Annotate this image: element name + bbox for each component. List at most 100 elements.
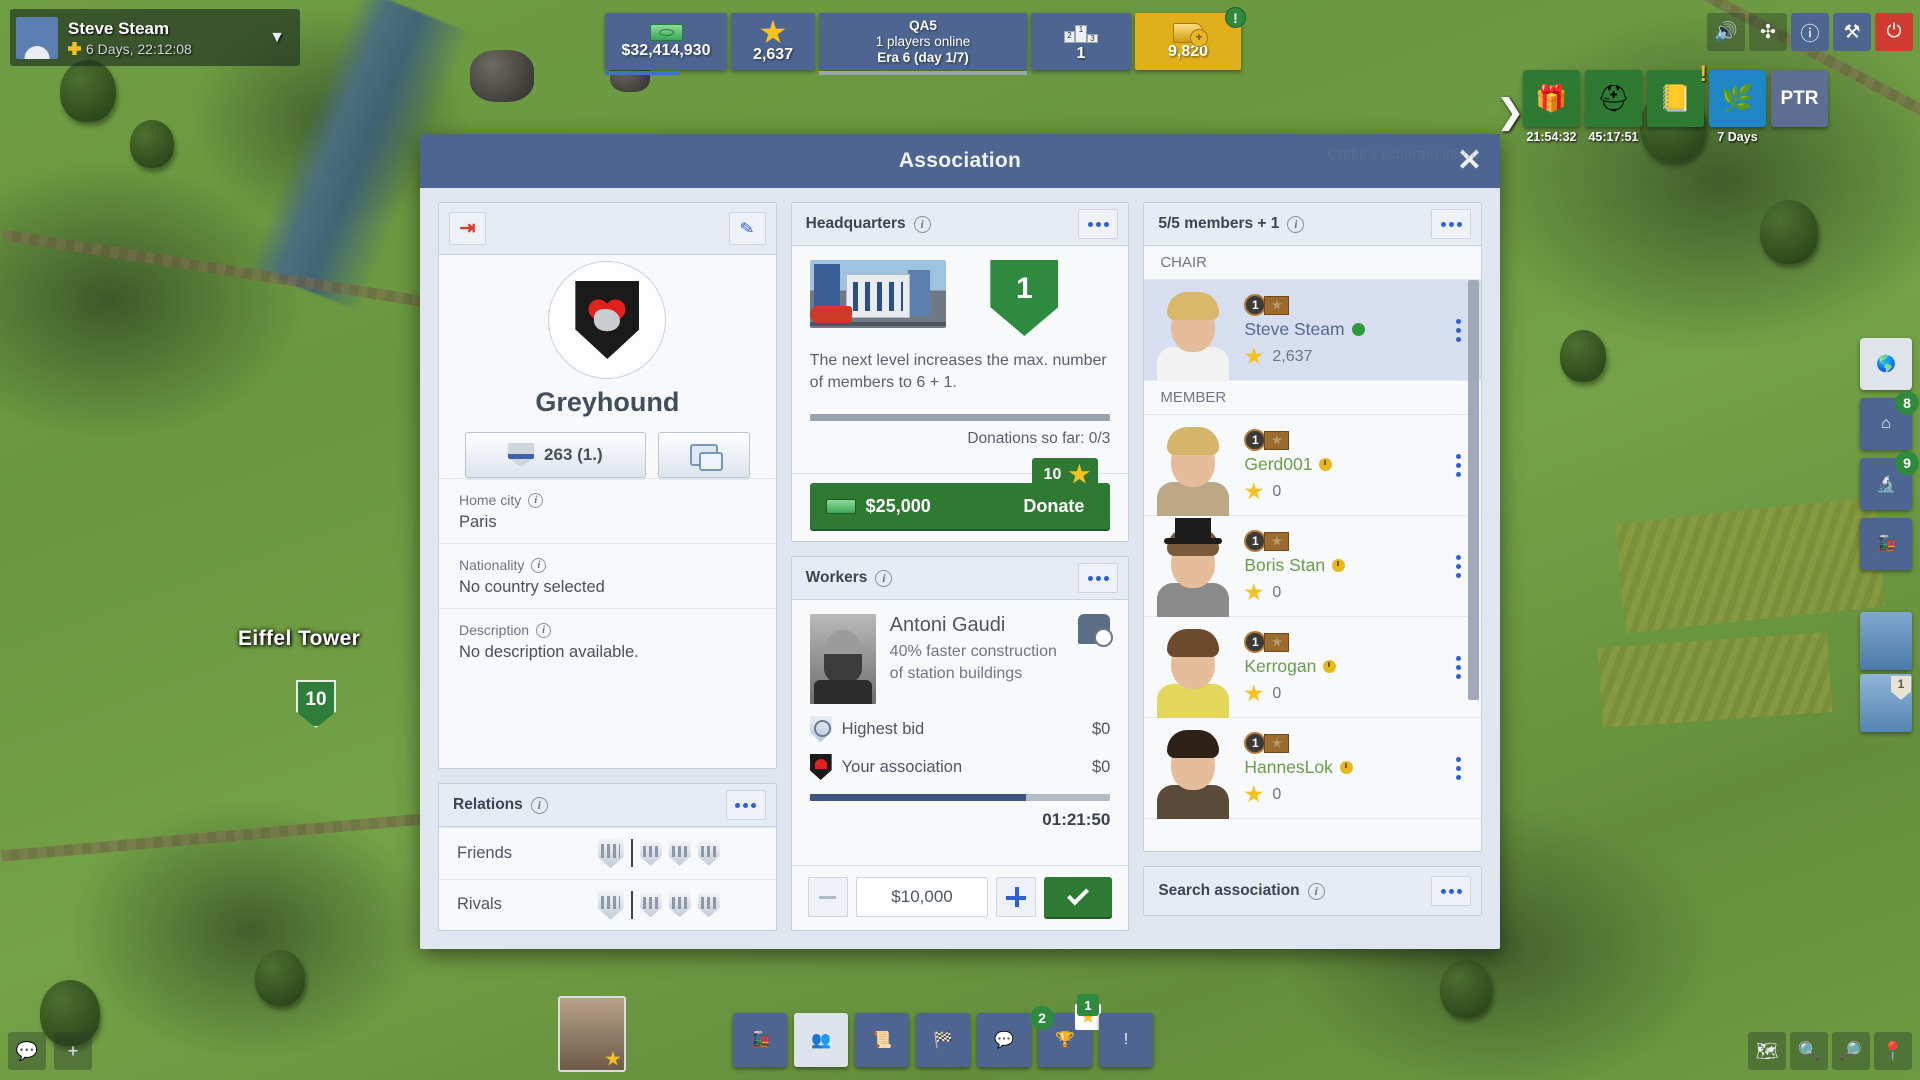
tools-icon[interactable]: ⚒	[1833, 13, 1871, 51]
info-icon[interactable]: i	[1307, 882, 1325, 900]
races-nav-button[interactable]: 🏁	[916, 1013, 970, 1067]
bid-input[interactable]: $10,000	[855, 877, 989, 917]
close-icon[interactable]: ✕	[1457, 146, 1482, 176]
info-icon[interactable]: i	[536, 622, 552, 638]
association-rank-button[interactable]: 263 (1.)	[465, 432, 646, 478]
member-menu-button[interactable]	[1450, 756, 1467, 780]
worker-entry[interactable]: Antoni Gaudi 40% faster construction of …	[809, 614, 1114, 704]
help-icon[interactable]: ⓘ	[1791, 13, 1829, 51]
power-icon[interactable]: ⏻	[1875, 13, 1913, 51]
decrease-bid-button[interactable]	[807, 877, 848, 917]
member-name[interactable]: Kerrogan	[1244, 656, 1316, 677]
chevron-down-icon[interactable]: ▼	[260, 29, 294, 47]
avatar	[1152, 718, 1234, 819]
members-scrollbar[interactable]	[1468, 280, 1480, 700]
members-menu-button[interactable]	[1431, 209, 1472, 239]
info-icon[interactable]: i	[1287, 215, 1305, 233]
relations-row-rivals[interactable]: Rivals	[439, 878, 776, 931]
headquarters-level-shield: 1	[990, 260, 1059, 336]
worker-bonus: 40% faster construction of station build…	[889, 643, 1057, 682]
info-icon[interactable]: i	[530, 796, 548, 814]
member-row[interactable]: 1 Steve Steam 2,637	[1144, 280, 1482, 381]
trains-nav-button[interactable]: 🚂	[733, 1013, 787, 1067]
friend-shield-icon	[597, 838, 624, 869]
player-bar[interactable]: Steve Steam 6 Days, 22:12:08 ▼	[10, 9, 300, 66]
panel-expand-chevron[interactable]: ❯	[1496, 92, 1525, 132]
relations-menu-button[interactable]	[725, 790, 766, 820]
location-pin-icon[interactable]: 📍	[1874, 1032, 1912, 1070]
prestige-star-icon	[760, 19, 786, 44]
zoom-in-icon[interactable]: 🔍	[1790, 1032, 1828, 1070]
gold-alert-badge[interactable]: !	[1225, 7, 1246, 28]
member-name[interactable]: Steve Steam	[1244, 319, 1344, 340]
member-row[interactable]: 1 Boris Stan 0	[1144, 516, 1482, 617]
edit-association-button[interactable]: ✎	[728, 212, 766, 245]
train-tool-button[interactable]: 🚂	[1860, 518, 1912, 570]
members-list[interactable]: CHAIR 1 Steve Steam 2,637 MEMBER 1 Gerd0…	[1144, 246, 1482, 851]
research-tool-button[interactable]: 🔬 9	[1860, 451, 1919, 510]
member-name[interactable]: Boris Stan	[1244, 555, 1325, 576]
event-helmet[interactable]: ⛑ 45:17:51	[1585, 70, 1642, 144]
relations-row-friends[interactable]: Friends	[439, 827, 776, 879]
info-icon[interactable]: i	[875, 569, 893, 587]
gold-box[interactable]: 9,820 !	[1135, 7, 1246, 70]
confirm-bid-button[interactable]	[1044, 877, 1113, 917]
member-menu-button[interactable]	[1450, 318, 1467, 342]
member-menu-button[interactable]	[1450, 655, 1467, 679]
event-icon-row: 🎁 21:54:32 ⛑ 45:17:51 📒 ! 🌿 7 Days PTR	[1523, 61, 1828, 144]
megaphone-icon: PTR	[1771, 70, 1828, 127]
server-info-box[interactable]: QA5 1 players online Era 6 (day 1/7)	[819, 13, 1027, 75]
association-chat-button[interactable]	[657, 432, 750, 478]
association-crest[interactable]	[548, 261, 667, 379]
member-row[interactable]: 1 Gerd001 0	[1144, 415, 1482, 516]
member-row[interactable]: 1 HannesLok 0	[1144, 718, 1482, 819]
money-progress	[605, 71, 680, 75]
search-menu-button[interactable]	[1431, 876, 1472, 906]
event-timer: 45:17:51	[1588, 130, 1639, 144]
info-icon[interactable]: i	[913, 215, 931, 233]
system-icon-bar: 🔊 ✣ ⓘ ⚒ ⏻	[1707, 13, 1913, 51]
messages-nav-button[interactable]: 💬	[977, 1013, 1031, 1067]
buildings-tool-button[interactable]: ⌂ 8	[1860, 391, 1919, 450]
rank-box[interactable]: 2 1 3 1	[1031, 13, 1131, 70]
member-name[interactable]: Gerd001	[1244, 454, 1312, 475]
alerts-nav-button[interactable]: !	[1099, 1013, 1153, 1067]
avatar	[1152, 516, 1234, 617]
prestige-star-icon	[1244, 482, 1263, 500]
map-view-icon[interactable]: 🗺	[1748, 1032, 1786, 1070]
workers-menu-button[interactable]	[1078, 563, 1119, 593]
info-icon[interactable]: i	[531, 557, 547, 573]
crest-shield-icon	[575, 281, 640, 359]
leave-association-button[interactable]: ⇥	[449, 212, 486, 245]
home-city-label-row: Home city i	[459, 492, 756, 508]
member-name[interactable]: HannesLok	[1244, 757, 1333, 778]
event-gift[interactable]: 🎁 21:54:32	[1523, 70, 1580, 144]
active-worker-portrait[interactable]	[558, 996, 626, 1072]
conductor-portrait[interactable]	[1860, 612, 1912, 670]
info-icon[interactable]: i	[528, 492, 544, 508]
event-research[interactable]: 📒 !	[1647, 61, 1707, 144]
avatar	[1152, 617, 1234, 718]
zoom-out-icon[interactable]: 🔎	[1832, 1032, 1870, 1070]
assistant-portrait[interactable]: 1	[1860, 674, 1912, 732]
sound-icon[interactable]: 🔊	[1707, 13, 1745, 51]
prestige-box[interactable]: 2,637	[731, 13, 815, 70]
increase-bid-button[interactable]	[996, 877, 1037, 917]
divider	[630, 839, 633, 868]
association-nav-button[interactable]: 👥	[794, 1013, 848, 1067]
chat-toggle-icon[interactable]: 💬	[8, 1032, 46, 1070]
member-menu-button[interactable]	[1450, 453, 1467, 477]
fullscreen-icon[interactable]: ✣	[1749, 13, 1787, 51]
licenses-nav-button[interactable]: 📜	[855, 1013, 909, 1067]
home-city-field: Home city i Paris	[439, 478, 776, 543]
trophies-nav-button[interactable]: 🏆 2 1	[1030, 994, 1101, 1067]
globe-tool-button[interactable]: 🌎	[1860, 338, 1912, 390]
event-ptr[interactable]: PTR	[1771, 70, 1828, 144]
event-bonus[interactable]: 🌿 7 Days	[1709, 70, 1766, 144]
add-button-icon[interactable]: +	[54, 1032, 92, 1070]
member-menu-button[interactable]	[1450, 554, 1467, 578]
member-row[interactable]: 1 Kerrogan 0	[1144, 617, 1482, 718]
friends-label: Friends	[457, 843, 513, 862]
headquarters-menu-button[interactable]	[1078, 209, 1119, 239]
money-box[interactable]: $32,414,930	[605, 13, 727, 75]
